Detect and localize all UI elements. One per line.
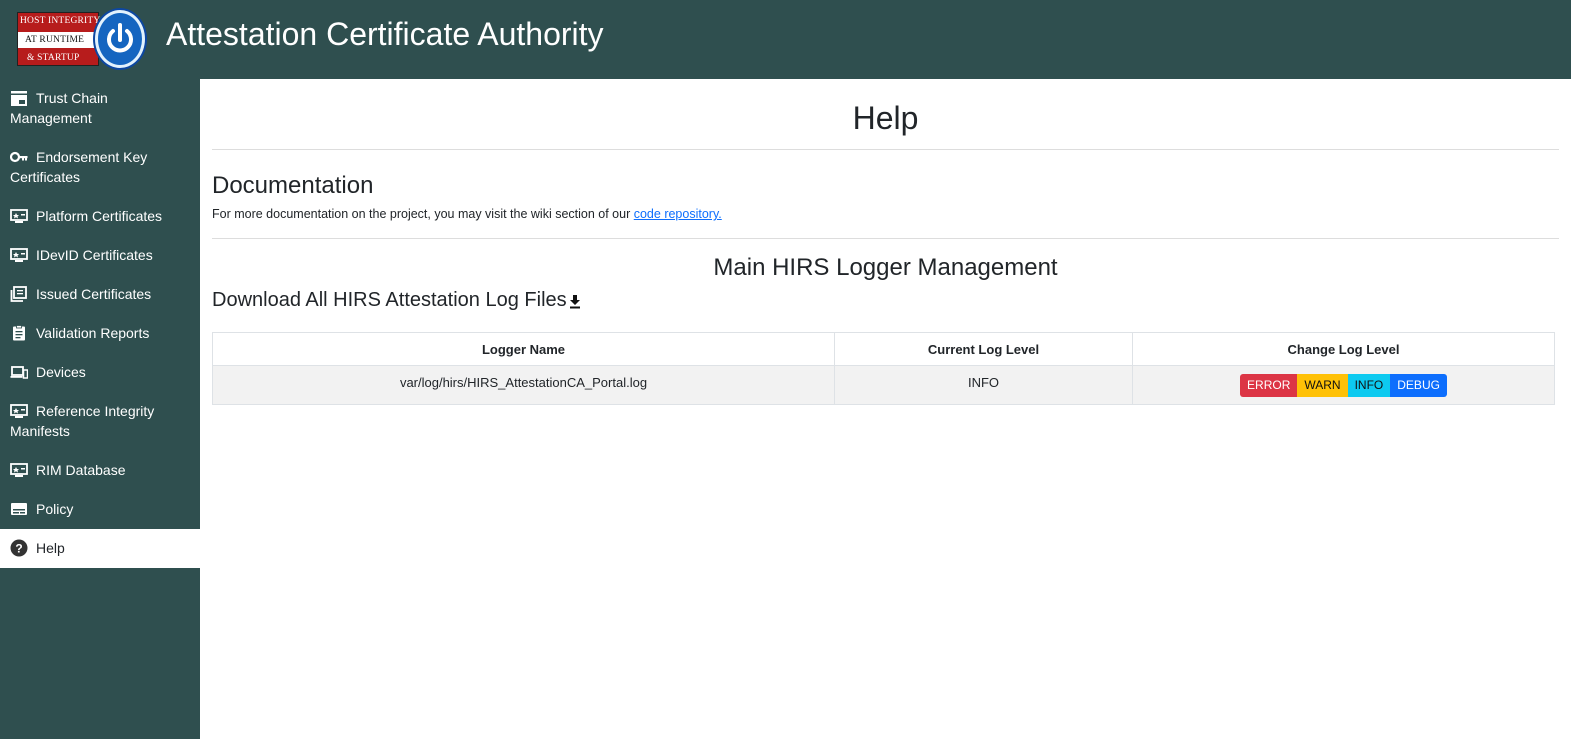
hirs-logo[interactable]: HOST INTEGRITY AT RUNTIME & STARTUP: [17, 10, 147, 68]
divider: [212, 149, 1559, 150]
help-icon: ?: [10, 539, 28, 557]
sidebar-item-label: Platform Certificates: [36, 208, 163, 224]
logger-name-cell: var/log/hirs/HIRS_AttestationCA_Portal.l…: [212, 365, 835, 405]
sidebar-item-help[interactable]: ? Help: [0, 529, 200, 568]
documentation-heading: Documentation: [212, 172, 374, 199]
sidebar-item-rim-database[interactable]: RIM Database: [0, 451, 200, 490]
store-icon: [11, 91, 27, 106]
clipboard-icon: [13, 325, 25, 341]
sidebar-item-endorsement-key-certificates[interactable]: Endorsement Key Certificates: [0, 138, 200, 197]
policy-icon: [11, 503, 27, 515]
sidebar-nav: Trust Chain Management Endorsement Key C…: [0, 79, 200, 739]
debug-level-button[interactable]: DEBUG: [1390, 373, 1447, 397]
logo-line-3: & STARTUP: [27, 53, 80, 63]
info-level-button[interactable]: INFO: [1347, 373, 1391, 397]
certificate-screen-icon: [10, 248, 28, 262]
sidebar-item-label: IDevID Certificates: [36, 247, 153, 263]
sidebar-item-label: Reference Integrity Manifests: [10, 403, 155, 439]
sidebar-item-label: Help: [36, 540, 65, 556]
devices-icon: [10, 366, 28, 379]
error-level-button[interactable]: ERROR: [1240, 373, 1298, 397]
sidebar-item-label: Policy: [36, 501, 74, 517]
sidebar-item-trust-chain-management[interactable]: Trust Chain Management: [0, 79, 200, 138]
sidebar-item-policy[interactable]: Policy: [0, 490, 200, 529]
certificate-screen-icon: [10, 463, 28, 477]
divider: [212, 238, 1559, 239]
sidebar-item-label: Devices: [36, 364, 86, 380]
logger-management-title: Main HIRS Logger Management: [713, 254, 1058, 281]
log-level-button-group: ERROR WARN INFO DEBUG: [1240, 373, 1447, 397]
sidebar-item-issued-certificates[interactable]: Issued Certificates: [0, 275, 200, 314]
sidebar-item-validation-reports[interactable]: Validation Reports: [0, 314, 200, 353]
logo-line-1: HOST INTEGRITY: [20, 16, 101, 26]
certificate-screen-icon: [10, 209, 28, 223]
change-log-level-cell: ERROR WARN INFO DEBUG: [1132, 365, 1555, 405]
column-header-logger-name: Logger Name: [212, 332, 835, 366]
documentation-text: For more documentation on the project, y…: [212, 207, 1559, 224]
table-row: var/log/hirs/HIRS_AttestationCA_Portal.l…: [212, 365, 1555, 405]
logger-table: Logger Name Current Log Level Change Log…: [212, 332, 1555, 405]
warn-level-button[interactable]: WARN: [1297, 373, 1348, 397]
logo-text-box: HOST INTEGRITY AT RUNTIME & STARTUP: [17, 12, 101, 66]
sidebar-item-idevid-certificates[interactable]: IDevID Certificates: [0, 236, 200, 275]
logo-line-2: AT RUNTIME: [18, 32, 100, 48]
certificate-screen-icon: [10, 404, 28, 418]
sidebar-item-label: Validation Reports: [36, 325, 150, 341]
power-icon: [95, 10, 145, 68]
main-content: Help Documentation For more documentatio…: [200, 79, 1571, 739]
app-title: Attestation Certificate Authority: [166, 16, 604, 52]
key-icon: [10, 151, 28, 163]
column-header-current-log-level: Current Log Level: [834, 332, 1133, 366]
code-repository-link[interactable]: code repository.: [634, 207, 722, 221]
sidebar-item-devices[interactable]: Devices: [0, 353, 200, 392]
table-header-row: Logger Name Current Log Level Change Log…: [212, 332, 1555, 366]
download-icon[interactable]: [569, 293, 581, 309]
download-label: Download All HIRS Attestation Log Files: [212, 289, 567, 311]
library-books-icon: [10, 286, 27, 302]
sidebar-item-reference-integrity-manifests[interactable]: Reference Integrity Manifests: [0, 392, 200, 451]
current-log-level-cell: INFO: [834, 365, 1133, 405]
sidebar-item-label: RIM Database: [36, 462, 126, 478]
sidebar-item-label: Endorsement Key Certificates: [10, 149, 148, 185]
page-title: Help: [852, 100, 919, 136]
sidebar-item-platform-certificates[interactable]: Platform Certificates: [0, 197, 200, 236]
documentation-text-body: For more documentation on the project, y…: [212, 207, 634, 221]
column-header-change-log-level: Change Log Level: [1132, 332, 1555, 366]
app-header: HOST INTEGRITY AT RUNTIME & STARTUP Atte…: [0, 0, 1571, 79]
svg-text:?: ?: [15, 542, 22, 556]
sidebar-item-label: Issued Certificates: [36, 286, 152, 302]
download-log-files[interactable]: Download All HIRS Attestation Log Files: [212, 289, 1559, 315]
